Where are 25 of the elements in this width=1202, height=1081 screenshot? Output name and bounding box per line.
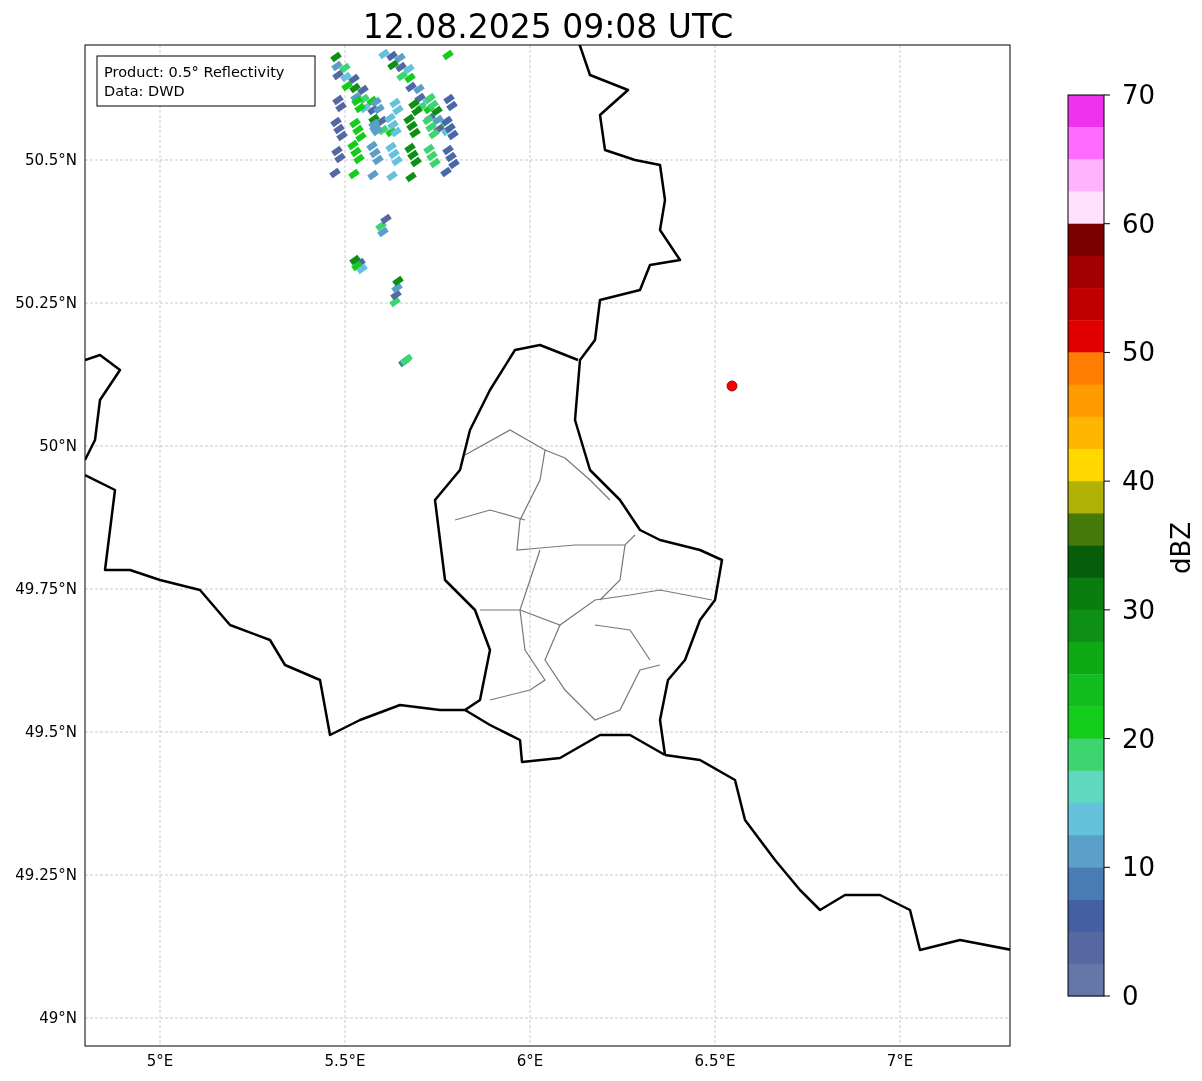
colorbar-tick-label: 60 (1122, 208, 1156, 239)
colorbar-tick-label: 20 (1122, 723, 1156, 754)
colorbar-tick-label: 70 (1122, 80, 1156, 110)
y-axis-tick-label: 49.25°N (15, 866, 77, 884)
y-axis-tick-label: 49°N (39, 1009, 77, 1027)
y-axis-tick-label: 50°N (39, 437, 77, 455)
y-axis-tick-label: 50.5°N (24, 151, 77, 169)
colorbar-tick-label: 50 (1122, 337, 1156, 368)
info-text: Product: 0.5° Reflectivity (104, 64, 285, 80)
y-axis-tick-label: 49.5°N (24, 723, 77, 741)
x-axis-tick-label: 5.5°E (324, 1052, 366, 1070)
chart-title: 12.08.2025 09:08 UTC (362, 7, 734, 46)
x-axis-tick-label: 7°E (886, 1052, 914, 1070)
x-axis-tick-label: 5°E (146, 1052, 174, 1070)
colorbar-tick-label: 40 (1122, 466, 1156, 497)
colorbar-tick-label: 10 (1122, 852, 1156, 883)
colorbar-label: dBZ (1166, 521, 1196, 575)
station-marker (726, 380, 738, 392)
colorbar-tick-label: 30 (1122, 594, 1156, 625)
x-axis-tick-label: 6°E (516, 1052, 544, 1070)
colorbar-tick-label: 0 (1122, 981, 1139, 1011)
y-axis-tick-label: 50.25°N (15, 294, 77, 312)
y-axis-tick-label: 49.75°N (15, 580, 77, 598)
x-axis-tick-label: 6.5°E (694, 1052, 736, 1070)
info-text: Data: DWD (104, 83, 185, 99)
